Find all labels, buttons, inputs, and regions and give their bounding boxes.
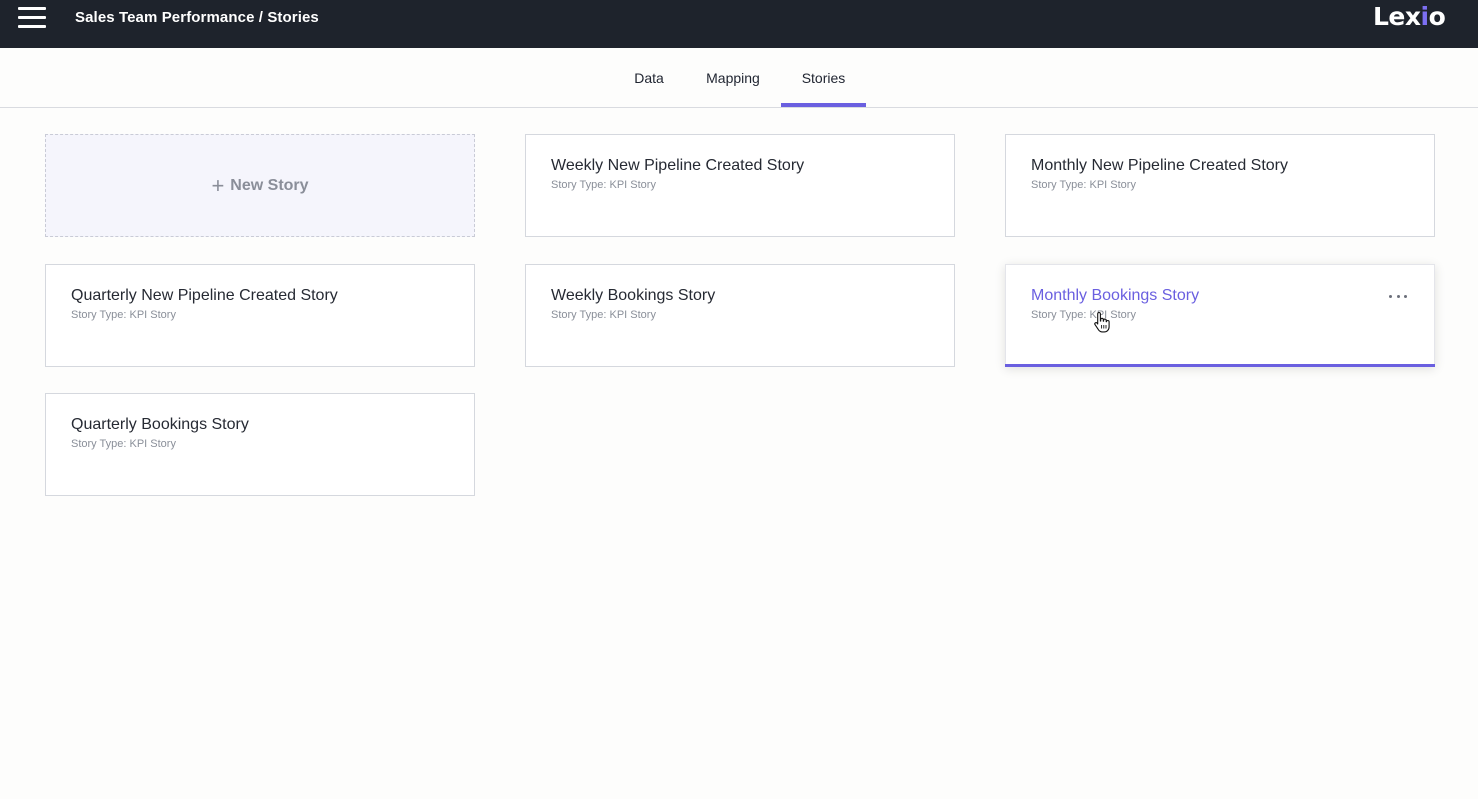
breadcrumb: Sales Team Performance / Stories xyxy=(75,9,319,26)
logo-text-accent: i xyxy=(1420,2,1430,31)
story-card[interactable]: Quarterly New Pipeline Created Story Sto… xyxy=(45,264,475,367)
more-horizontal-icon[interactable] xyxy=(1389,295,1407,301)
story-type: Story Type: KPI Story xyxy=(1031,309,1136,321)
story-card[interactable]: Weekly New Pipeline Created Story Story … xyxy=(525,134,955,237)
story-type: Story Type: KPI Story xyxy=(551,309,656,321)
story-title: Quarterly New Pipeline Created Story xyxy=(71,287,338,304)
new-story-label: New Story xyxy=(230,176,309,194)
story-title: Quarterly Bookings Story xyxy=(71,416,249,433)
story-card[interactable]: Quarterly Bookings Story Story Type: KPI… xyxy=(45,393,475,496)
hamburger-menu-icon[interactable] xyxy=(18,7,46,29)
logo-text-tail: o xyxy=(1428,2,1446,31)
logo-text-main: Lex xyxy=(1373,2,1421,31)
story-card[interactable]: Monthly New Pipeline Created Story Story… xyxy=(1005,134,1435,237)
tab-data[interactable]: Data xyxy=(625,48,673,107)
story-title: Weekly Bookings Story xyxy=(551,287,716,304)
lexio-logo[interactable]: Lexio xyxy=(1373,2,1453,36)
tab-stories[interactable]: Stories xyxy=(781,48,866,107)
story-type: Story Type: KPI Story xyxy=(551,179,656,191)
story-card[interactable]: Weekly Bookings Story Story Type: KPI St… xyxy=(525,264,955,367)
active-tab-indicator xyxy=(781,103,866,107)
new-story-button[interactable]: + New Story xyxy=(46,135,474,236)
story-title: Weekly New Pipeline Created Story xyxy=(551,157,805,174)
new-story-card[interactable]: + New Story xyxy=(45,134,475,237)
story-card-hovered[interactable]: Monthly Bookings Story Story Type: KPI S… xyxy=(1005,264,1435,367)
story-title: Monthly New Pipeline Created Story xyxy=(1031,157,1289,174)
tab-bar: Data Mapping Stories xyxy=(0,48,1478,108)
top-bar: Sales Team Performance / Stories Lexio xyxy=(0,0,1478,48)
hover-indicator-bar xyxy=(1005,364,1435,367)
story-type: Story Type: KPI Story xyxy=(1031,179,1136,191)
plus-icon: + xyxy=(211,172,225,198)
story-type: Story Type: KPI Story xyxy=(71,309,176,321)
story-title: Monthly Bookings Story xyxy=(1031,287,1200,304)
tab-mapping[interactable]: Mapping xyxy=(697,48,769,107)
story-type: Story Type: KPI Story xyxy=(71,438,176,450)
hand-pointer-icon xyxy=(1094,311,1110,333)
